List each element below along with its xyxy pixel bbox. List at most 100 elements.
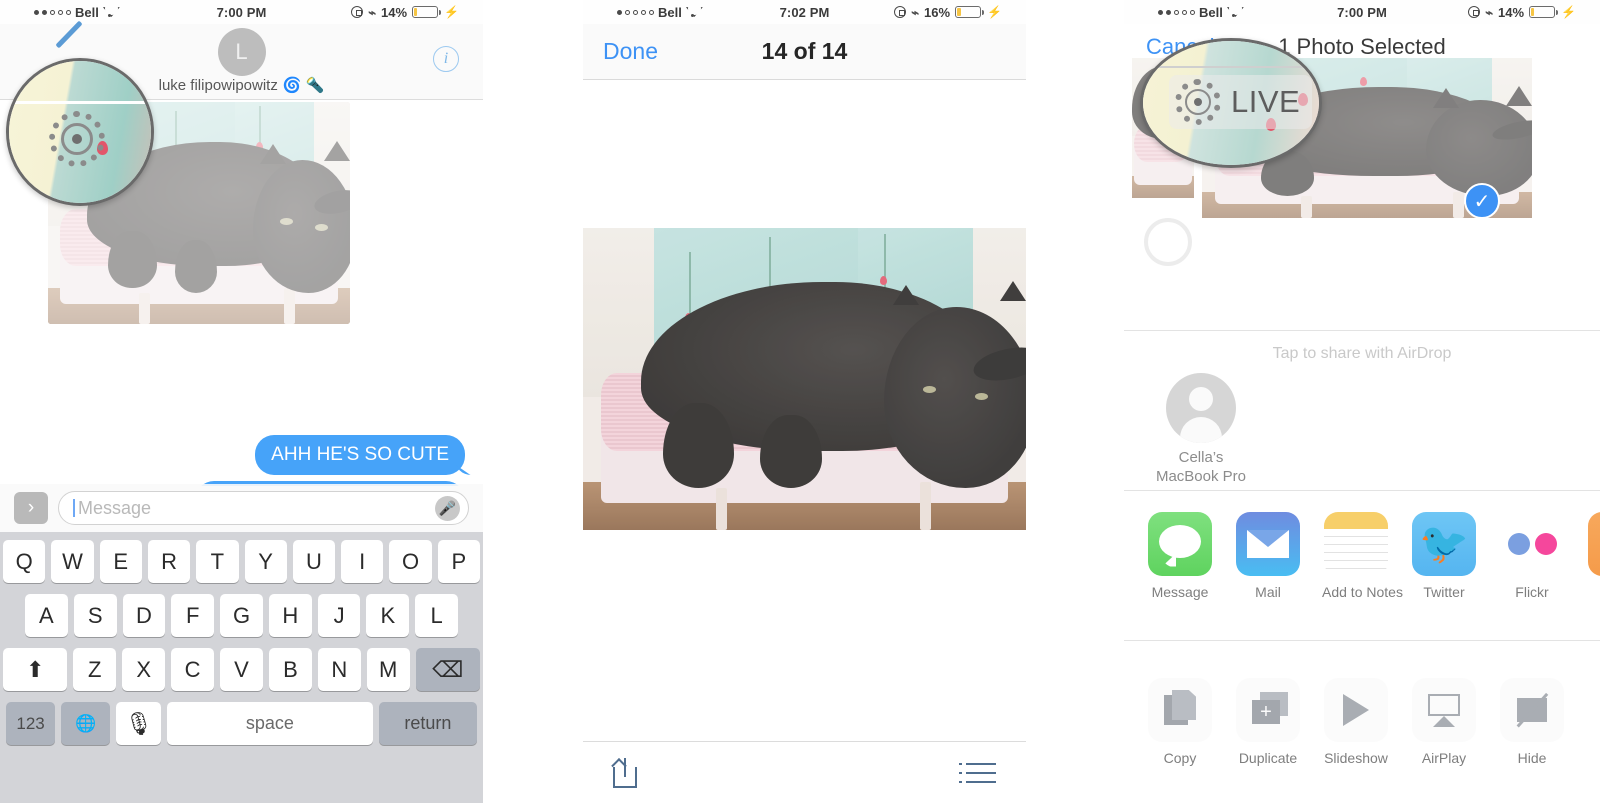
live-photo-icon [1175,79,1221,125]
key-k[interactable]: K [366,594,410,637]
key-a[interactable]: A [24,594,68,637]
notes-icon [1324,511,1388,576]
key-d[interactable]: D [122,594,166,637]
dictation-mic-icon[interactable]: 🎤 [435,495,460,521]
key-h[interactable]: H [268,594,312,637]
key-🎙[interactable]: 🎙 [116,702,162,745]
keyboard-row-1: QWERTYUIOP [3,540,480,583]
status-right: ⌁ 16% ⚡ [894,5,1002,20]
viewer-photo[interactable] [583,228,1026,530]
share-app-mail[interactable]: Mail [1234,511,1302,600]
live-photo-badge-magnifier [6,58,154,206]
live-photo-badge: LIVE [1169,75,1313,129]
key-j[interactable]: J [317,594,361,637]
action-hide[interactable]: Hide [1498,678,1566,766]
key-y[interactable]: Y [244,540,287,583]
key-123[interactable]: 123 [6,702,56,745]
key-space[interactable]: space [167,702,373,745]
message-icon [1148,511,1212,576]
airdrop-contact-label: Cella’s MacBook Pro [1155,449,1247,485]
key-w[interactable]: W [51,540,94,583]
key-c[interactable]: C [171,648,215,691]
airdrop-avatar-icon [1166,373,1236,443]
key-r[interactable]: R [147,540,191,583]
airplay-icon [1412,678,1476,742]
key-x[interactable]: X [122,648,166,691]
key-q[interactable]: Q [3,540,46,583]
list-icon[interactable] [959,762,996,783]
action-copy[interactable]: Copy [1146,678,1214,766]
share-app-message[interactable]: Message [1146,511,1214,600]
key-o[interactable]: O [389,540,432,583]
key-⌫[interactable]: ⌫ [415,648,481,691]
key-l[interactable]: L [415,594,459,637]
key-p[interactable]: P [437,540,480,583]
rotation-lock-icon [351,6,364,18]
bluetooth-icon: ⌁ [1485,4,1494,20]
key-g[interactable]: G [220,594,263,637]
action-duplicate[interactable]: + Duplicate [1234,678,1302,766]
share-icon[interactable] [613,757,637,788]
charging-bolt-icon: ⚡ [987,5,1002,19]
share-actions-row[interactable]: Copy + Duplicate Slideshow AirPlay Hide [1124,640,1600,803]
key-z[interactable]: Z [73,648,117,691]
contact-name-label: luke filipowipowitz [158,76,278,94]
message-bubble-outgoing[interactable]: AHH HE'S SO CUTE [255,435,465,476]
rotation-lock-icon [1468,6,1481,18]
battery-percent-label: 14% [381,4,408,20]
key-t[interactable]: T [196,540,239,583]
app-drawer-icon[interactable]: › [14,492,48,524]
key-⬆[interactable]: ⬆ [2,648,68,691]
selected-check-badge[interactable]: ✓ [1464,183,1500,219]
status-bar-viewer: Bell 7:02 PM ⌁ 16% ⚡ [583,0,1026,24]
key-return[interactable]: return [378,702,478,745]
save-icon [1588,511,1600,576]
live-photo-label-magnifier: LIVE [1140,38,1322,168]
status-bar-share: Bell 7:00 PM ⌁ 14% ⚡ [1124,0,1600,24]
keyboard-row-2: ASDFGHJKL [3,594,480,637]
viewer-toolbar [583,741,1026,803]
key-m[interactable]: M [366,648,410,691]
key-s[interactable]: S [73,594,117,637]
info-button[interactable]: i [433,46,459,72]
key-🌐[interactable]: 🌐 [61,702,111,745]
copy-icon [1148,678,1212,742]
battery-icon [1529,6,1559,18]
status-right: ⌁ 14% ⚡ [1468,5,1576,20]
key-v[interactable]: V [220,648,263,691]
duplicate-icon: + [1236,678,1300,742]
avatar[interactable]: L [217,28,266,76]
action-label: AirPlay [1421,750,1467,766]
magnifier-content [9,61,151,203]
action-label: Slideshow [1324,750,1388,766]
message-input[interactable]: Message 🎤 [58,491,469,525]
share-app-flickr[interactable]: Flickr [1498,511,1566,600]
share-app-twitter[interactable]: 🐦 Twitter [1410,511,1478,600]
airdrop-contact[interactable]: Cella’s MacBook Pro [1146,373,1256,487]
contact-name-row[interactable]: luke filipowipowitz 🌀 🔦 [158,76,325,95]
share-app-label: Mail [1255,583,1281,600]
status-bar-messages: Bell 7:00 PM ⌁ 14% ⚡ [0,0,483,24]
key-u[interactable]: U [292,540,336,583]
action-label: Hide [1517,750,1547,766]
text-caret [73,499,75,517]
share-app-label: Add to Notes [1322,583,1403,600]
key-b[interactable]: B [268,648,312,691]
share-app-notes[interactable]: Add to Notes [1322,511,1403,600]
key-i[interactable]: I [341,540,384,583]
onscreen-keyboard[interactable]: QWERTYUIOP ASDFGHJKL ⬆ Z X C V B N M ⌫ 123 🌐 🎙 spac… [0,532,483,803]
share-apps-row[interactable]: Message Mail Add to Notes 🐦 Twitter Flic… [1124,490,1600,620]
viewer-navbar: Done 14 of 14 [583,24,1026,80]
message-input-row: › Message 🎤 [0,484,483,532]
key-n[interactable]: N [317,648,361,691]
cat-photo-image [583,228,1026,530]
key-f[interactable]: F [171,594,215,637]
action-airplay[interactable]: AirPlay [1410,678,1478,766]
action-slideshow[interactable]: Slideshow [1322,678,1390,766]
contact-emoji: 🌀 🔦 [282,77,325,94]
charging-bolt-icon: ⚡ [444,5,459,19]
share-app-label: Flickr [1515,583,1549,600]
key-e[interactable]: E [99,540,142,583]
share-app-save[interactable]: Sa [1586,511,1600,600]
battery-icon [412,6,442,18]
